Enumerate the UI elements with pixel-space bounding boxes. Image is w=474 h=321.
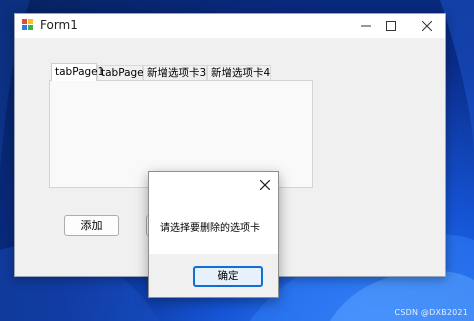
app-icon xyxy=(22,19,35,32)
close-icon xyxy=(422,21,432,31)
watermark: CSDN @DXB2021 xyxy=(394,308,468,317)
dialog-footer: 确定 xyxy=(149,254,278,297)
ok-button[interactable]: 确定 xyxy=(193,266,263,287)
message-box: 请选择要删除的选项卡 确定 xyxy=(148,171,279,298)
maximize-button[interactable] xyxy=(371,14,411,38)
add-button[interactable]: 添加 xyxy=(64,215,119,236)
tab-tabpage1[interactable]: tabPage1 xyxy=(51,63,104,81)
title-bar[interactable]: Form1 xyxy=(15,14,445,38)
window-title: Form1 xyxy=(40,18,78,32)
maximize-icon xyxy=(386,21,396,31)
minimize-icon xyxy=(361,25,371,27)
dialog-close-button[interactable] xyxy=(256,176,274,194)
close-icon xyxy=(260,180,270,190)
dialog-message: 请选择要删除的选项卡 xyxy=(160,223,260,234)
tab-new-tab-4[interactable]: 新增选项卡4 xyxy=(207,65,271,80)
tab-new-tab-3[interactable]: 新增选项卡3 xyxy=(143,65,207,80)
close-button[interactable] xyxy=(407,14,447,38)
